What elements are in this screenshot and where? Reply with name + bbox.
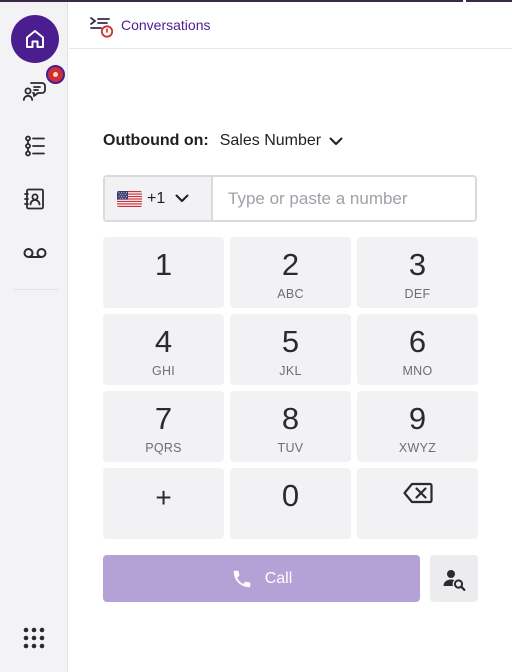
key-digit: 7: [154, 401, 173, 436]
sidebar-item-home[interactable]: [11, 15, 59, 63]
key-5[interactable]: 5 JKL: [230, 314, 351, 385]
sidebar-item-lists[interactable]: [11, 122, 59, 170]
conversations-icon: [90, 17, 114, 38]
apps-grid-button[interactable]: [22, 626, 46, 650]
header: Conversations: [69, 2, 512, 49]
country-code: +1: [147, 189, 166, 207]
checklist-icon: [25, 135, 45, 157]
key-backspace[interactable]: [357, 468, 478, 539]
key-letters: XWYZ: [398, 441, 437, 455]
key-1[interactable]: 1: [103, 237, 224, 308]
chevron-down-icon: [175, 194, 189, 202]
key-digit: 5: [281, 324, 300, 359]
key-letters: PQRS: [145, 441, 182, 455]
key-digit: 2: [281, 247, 300, 282]
key-letters: DEF: [404, 287, 431, 301]
outbound-number-select[interactable]: Sales Number: [220, 132, 343, 150]
outbound-label: Outbound on:: [103, 132, 209, 149]
backspace-icon: [403, 482, 433, 504]
key-digit: 0: [281, 478, 300, 513]
key-2[interactable]: 2 ABC: [230, 237, 351, 308]
key-letters: GHI: [151, 364, 176, 378]
key-8[interactable]: 8 TUV: [230, 391, 351, 462]
sidebar-item-contacts[interactable]: [11, 175, 59, 223]
key-digit: 6: [408, 324, 427, 359]
us-flag-icon: [117, 190, 142, 207]
notification-badge: [46, 65, 65, 84]
key-letters: TUV: [277, 441, 304, 455]
phone-number-input[interactable]: [213, 177, 475, 220]
key-digit: +: [155, 482, 172, 513]
key-digit: 9: [408, 401, 427, 436]
key-plus[interactable]: +: [103, 468, 224, 539]
key-digit: 4: [154, 324, 173, 359]
sidebar-divider: [14, 289, 58, 290]
call-button[interactable]: Call: [103, 555, 420, 602]
chat-person-icon: [22, 82, 46, 101]
key-9[interactable]: 9 XWYZ: [357, 391, 478, 462]
key-3[interactable]: 3 DEF: [357, 237, 478, 308]
country-code-select[interactable]: +1: [105, 177, 213, 220]
key-letters: MNO: [402, 364, 433, 378]
key-0[interactable]: 0: [230, 468, 351, 539]
contact-book-icon: [24, 188, 44, 210]
call-label: Call: [264, 569, 293, 587]
key-digit: 8: [281, 401, 300, 436]
key-letters: JKL: [279, 364, 302, 378]
key-4[interactable]: 4 GHI: [103, 314, 224, 385]
outbound-selected-value: Sales Number: [219, 132, 322, 149]
phone-icon: [233, 570, 250, 587]
key-digit: 3: [408, 247, 427, 282]
key-7[interactable]: 7 PQRS: [103, 391, 224, 462]
voicemail-icon: [23, 248, 47, 258]
home-icon: [26, 30, 44, 48]
dial-keypad: 1 2 ABC 3 DEF 4 GHI 5 JKL 6 MNO 7 PQRS 8…: [103, 237, 478, 540]
chevron-down-icon: [329, 137, 343, 145]
sidebar-item-voicemail[interactable]: [11, 229, 59, 277]
contact-lookup-button[interactable]: [430, 555, 478, 602]
outbound-row: Outbound on: Sales Number: [103, 130, 343, 152]
header-title: Conversations: [121, 17, 211, 33]
key-digit: 1: [154, 247, 173, 282]
grid-apps-icon: [23, 627, 45, 649]
key-letters: ABC: [277, 287, 304, 301]
phone-number-row: +1: [103, 175, 477, 222]
contact-search-icon: [443, 569, 466, 591]
key-6[interactable]: 6 MNO: [357, 314, 478, 385]
sidebar: [0, 2, 68, 672]
